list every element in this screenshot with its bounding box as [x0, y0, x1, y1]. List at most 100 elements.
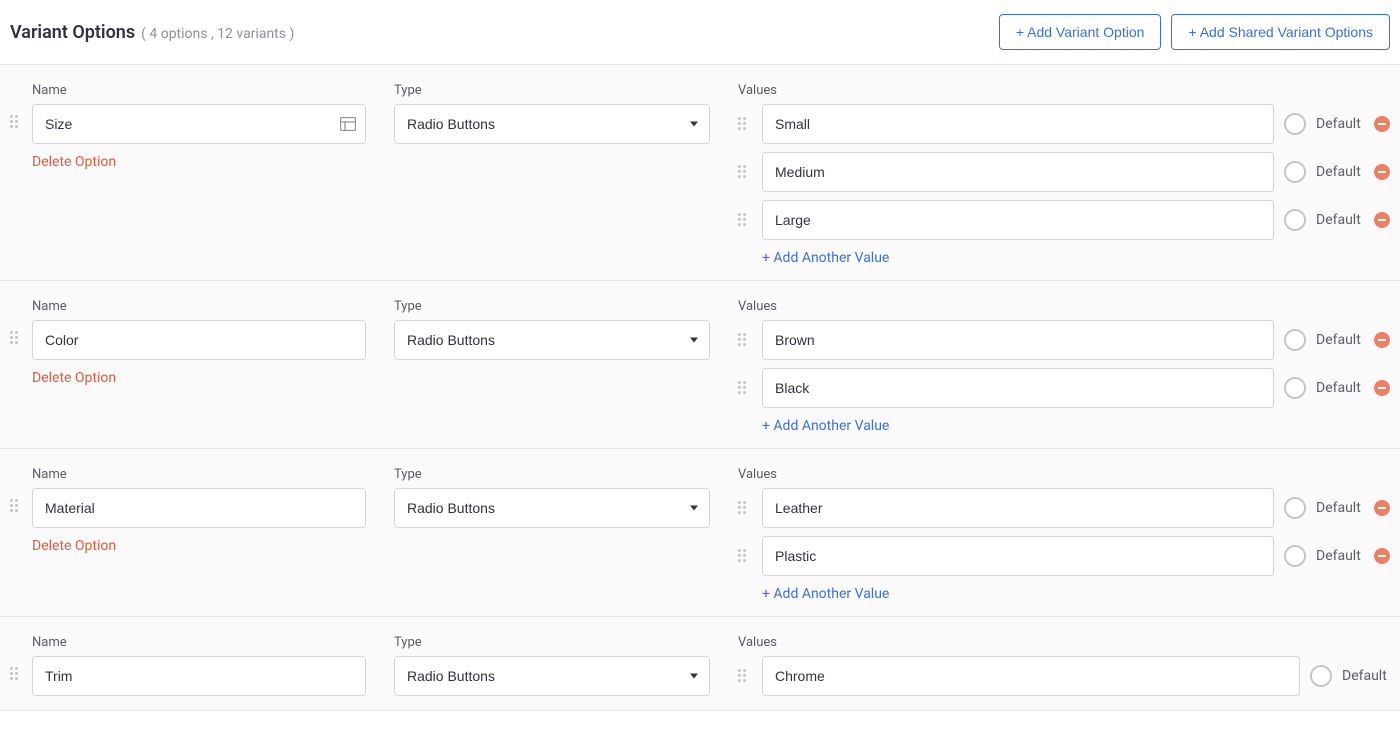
default-radio[interactable]	[1284, 329, 1306, 351]
value-drag-handle-icon[interactable]	[738, 117, 752, 131]
add-variant-option-button[interactable]: + Add Variant Option	[999, 14, 1162, 50]
default-label: Default	[1316, 116, 1364, 132]
remove-value-icon[interactable]	[1374, 500, 1390, 516]
value-drag-handle-icon[interactable]	[738, 213, 752, 227]
type-select-wrap	[394, 488, 710, 528]
value-input[interactable]	[762, 200, 1274, 240]
column-type: Type	[394, 299, 710, 360]
remove-value-icon[interactable]	[1374, 332, 1390, 348]
name-field-group: NameDelete Option	[32, 83, 366, 170]
type-select-wrap	[394, 320, 710, 360]
type-select-wrap	[394, 656, 710, 696]
name-input-wrap	[32, 104, 366, 144]
option-type-select[interactable]	[394, 104, 710, 144]
remove-value-icon[interactable]	[1374, 212, 1390, 228]
value-row: Default	[738, 104, 1390, 144]
value-drag-handle-icon[interactable]	[738, 501, 752, 515]
option-name-input[interactable]	[32, 488, 366, 528]
value-input[interactable]	[762, 536, 1274, 576]
option-columns: NameDelete OptionTypeValuesDefaultDefaul…	[10, 83, 1390, 266]
value-drag-handle-icon[interactable]	[738, 333, 752, 347]
header-actions: + Add Variant Option + Add Shared Varian…	[999, 14, 1390, 50]
option-name-input[interactable]	[32, 104, 366, 144]
name-label: Name	[32, 635, 366, 650]
remove-value-icon[interactable]	[1374, 548, 1390, 564]
value-drag-handle-icon[interactable]	[738, 549, 752, 563]
values-label: Values	[738, 635, 1390, 650]
value-input[interactable]	[762, 320, 1274, 360]
add-value-link[interactable]: + Add Another Value	[762, 418, 1390, 434]
name-field-group: Name Delete Option	[32, 299, 366, 386]
add-shared-variant-options-button[interactable]: + Add Shared Variant Options	[1171, 14, 1390, 50]
values-label: Values	[738, 83, 1390, 98]
name-label: Name	[32, 299, 366, 314]
default-radio[interactable]	[1284, 377, 1306, 399]
remove-value-icon[interactable]	[1374, 164, 1390, 180]
column-values: Values Default Default Default + Add Another…	[738, 83, 1390, 266]
page-header: Variant Options ( 4 options , 12 variant…	[0, 0, 1400, 65]
default-label: Default	[1316, 380, 1364, 396]
values-label: Values	[738, 299, 1390, 314]
column-values: Values Default Default + Add Another Value	[738, 299, 1390, 434]
value-input[interactable]	[762, 656, 1300, 696]
list-detail-icon	[340, 117, 356, 131]
default-label: Default	[1316, 332, 1364, 348]
default-radio[interactable]	[1284, 545, 1306, 567]
value-row: Default	[738, 536, 1390, 576]
default-radio[interactable]	[1284, 113, 1306, 135]
values-list: Default Default	[738, 488, 1390, 576]
value-row: Default	[738, 152, 1390, 192]
option-name-input[interactable]	[32, 320, 366, 360]
values-list: Default Default Default	[738, 104, 1390, 240]
option-drag-handle-icon[interactable]	[10, 499, 24, 513]
add-value-link[interactable]: + Add Another Value	[762, 586, 1390, 602]
type-label: Type	[394, 299, 710, 314]
value-row: Default	[738, 200, 1390, 240]
header-title-group: Variant Options ( 4 options , 12 variant…	[10, 22, 294, 43]
value-drag-handle-icon[interactable]	[738, 165, 752, 179]
default-radio[interactable]	[1310, 665, 1332, 687]
add-value-link[interactable]: + Add Another Value	[762, 250, 1390, 266]
values-list: Default	[738, 656, 1390, 696]
remove-value-icon[interactable]	[1374, 116, 1390, 132]
option-type-select[interactable]	[394, 320, 710, 360]
delete-option-link[interactable]: Delete Option	[32, 370, 366, 386]
type-label: Type	[394, 83, 710, 98]
column-name: NameDelete Option	[10, 83, 366, 170]
option-drag-handle-icon[interactable]	[10, 331, 24, 345]
value-input[interactable]	[762, 488, 1274, 528]
default-radio[interactable]	[1284, 209, 1306, 231]
values-label: Values	[738, 467, 1390, 482]
option-columns: Name Delete Option Type Values Default Defaul…	[10, 299, 1390, 434]
option-drag-handle-icon[interactable]	[10, 115, 24, 129]
column-name: Name	[10, 635, 366, 696]
name-field-group: Name	[32, 635, 366, 696]
name-label: Name	[32, 467, 366, 482]
column-type: Type	[394, 467, 710, 528]
value-row: Default	[738, 488, 1390, 528]
column-values: Values Default Default + Add Another Value	[738, 467, 1390, 602]
default-radio[interactable]	[1284, 161, 1306, 183]
value-drag-handle-icon[interactable]	[738, 381, 752, 395]
type-label: Type	[394, 467, 710, 482]
value-input[interactable]	[762, 152, 1274, 192]
option-type-select[interactable]	[394, 656, 710, 696]
value-row: Default	[738, 320, 1390, 360]
option-block: NameTypeValuesDefault	[0, 617, 1400, 710]
option-drag-handle-icon[interactable]	[10, 667, 24, 681]
option-columns: NameTypeValuesDefault	[10, 635, 1390, 696]
delete-option-link[interactable]: Delete Option	[32, 538, 366, 554]
value-drag-handle-icon[interactable]	[738, 669, 752, 683]
value-input[interactable]	[762, 368, 1274, 408]
column-values: Values Default	[738, 635, 1390, 696]
remove-value-icon[interactable]	[1374, 380, 1390, 396]
delete-option-link[interactable]: Delete Option	[32, 154, 366, 170]
value-input[interactable]	[762, 104, 1274, 144]
option-block: Name Delete Option Type Values Default Defaul…	[0, 281, 1400, 449]
column-name: Name Delete Option	[10, 467, 366, 554]
default-label: Default	[1316, 164, 1364, 180]
option-type-select[interactable]	[394, 488, 710, 528]
option-name-input[interactable]	[32, 656, 366, 696]
name-field-group: Name Delete Option	[32, 467, 366, 554]
default-radio[interactable]	[1284, 497, 1306, 519]
